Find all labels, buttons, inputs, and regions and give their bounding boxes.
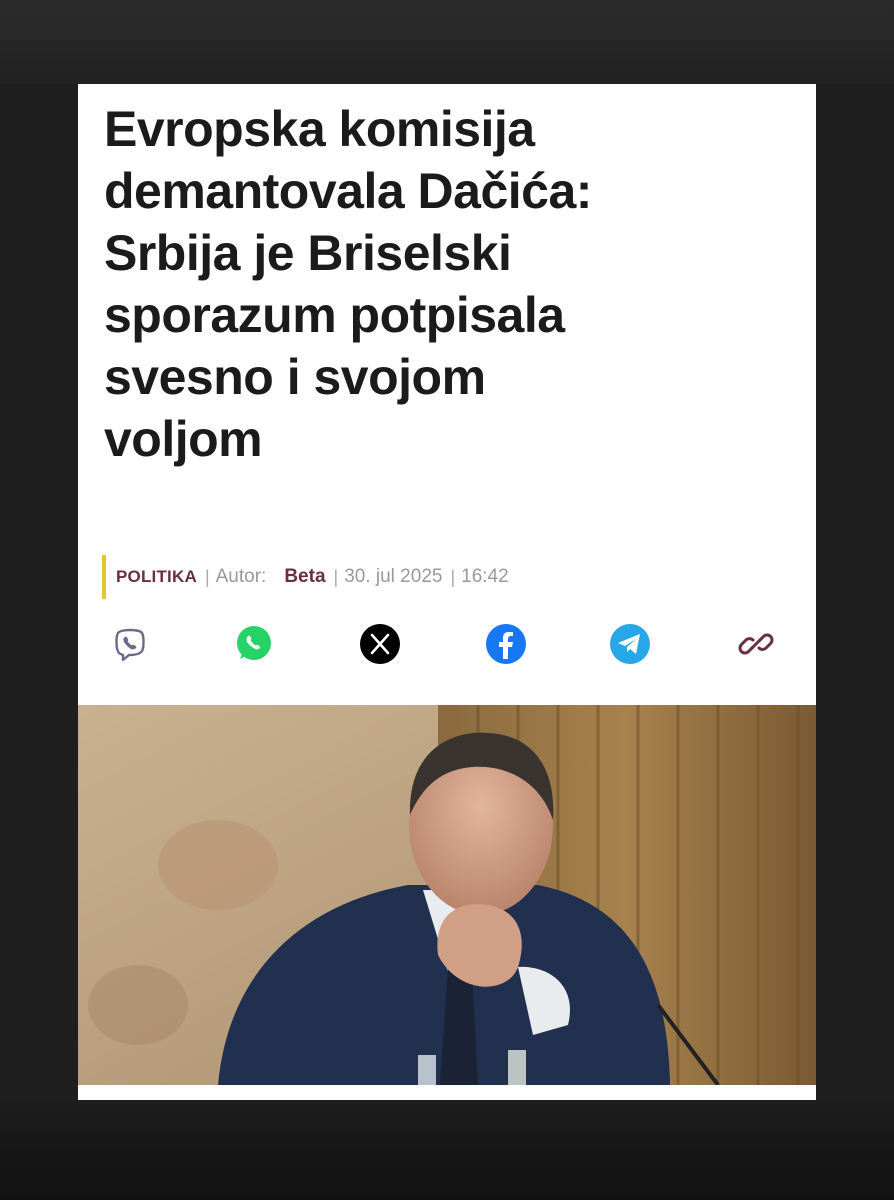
author-link[interactable]: Beta [284, 566, 325, 588]
headline-line: svesno i svojom [104, 349, 486, 405]
viber-icon [115, 628, 145, 662]
headline-line: voljom [104, 411, 263, 467]
headline-line: Evropska komisija [104, 101, 535, 157]
share-bar [102, 622, 792, 672]
headline-line: sporazum potpisala [104, 287, 565, 343]
article-headline: Evropska komisija demantovala Dačića: Sr… [104, 98, 794, 470]
link-icon [738, 633, 774, 655]
headline-line: demantovala Dačića: [104, 163, 592, 219]
headline-line: Srbija je Briselski [104, 225, 512, 281]
meta-separator: | [450, 566, 456, 587]
meta-separator: | [333, 566, 339, 587]
share-x-button[interactable] [358, 622, 402, 666]
publish-date: 30. jul 2025 [344, 566, 443, 587]
accent-bar [102, 555, 106, 599]
whatsapp-icon [237, 626, 271, 660]
x-icon [360, 624, 400, 664]
copy-link-button[interactable] [734, 622, 778, 666]
share-facebook-button[interactable] [484, 622, 528, 666]
article-meta: POLITIKA | Autor: Beta | 30. jul 2025 | … [102, 554, 762, 600]
facebook-icon [486, 624, 526, 664]
author-label: Autor: [215, 566, 267, 587]
share-telegram-button[interactable] [608, 622, 652, 666]
meta-separator: | [204, 566, 210, 587]
bottom-bar [0, 1100, 894, 1200]
publish-time: 16:42 [461, 566, 509, 587]
telegram-icon [610, 624, 650, 664]
category-link[interactable]: POLITIKA [116, 567, 197, 587]
article-photo [78, 705, 816, 1085]
photo-image [78, 705, 816, 1085]
share-viber-button[interactable] [108, 622, 152, 666]
share-whatsapp-button[interactable] [232, 622, 276, 666]
top-bar [0, 0, 894, 84]
article-card: Evropska komisija demantovala Dačića: Sr… [78, 84, 816, 1100]
